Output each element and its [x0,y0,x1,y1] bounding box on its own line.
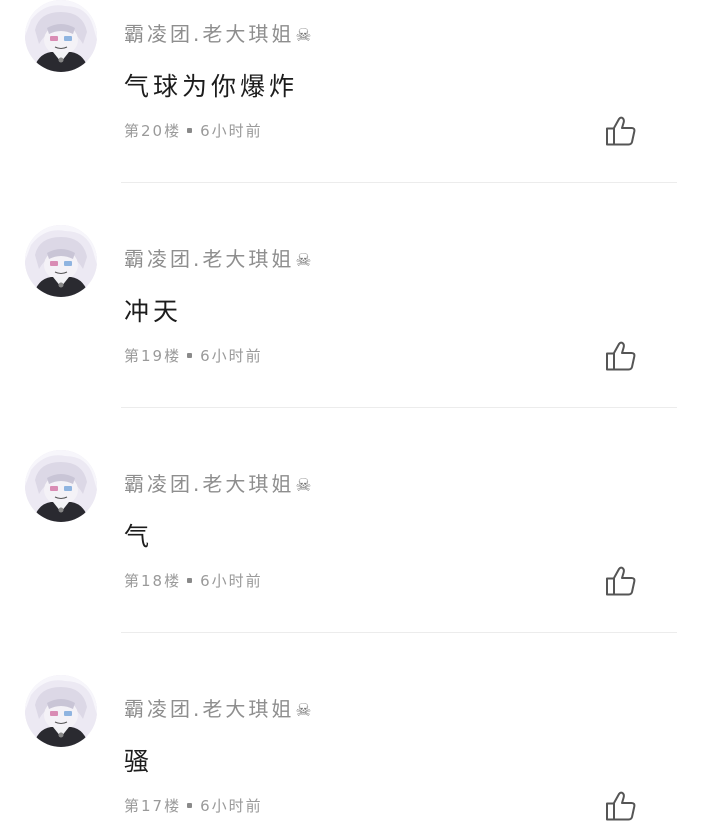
divider [121,182,677,183]
like-button[interactable] [604,790,638,822]
comment-meta: 第18楼 6小时前 [124,572,263,590]
comment-meta: 第19楼 6小时前 [124,347,263,365]
skull-emoji: ☠ [295,250,312,271]
timestamp: 6小时前 [200,122,263,140]
like-button[interactable] [604,340,638,372]
anime-avatar-icon [25,450,97,522]
floor-number: 第19楼 [124,347,182,365]
comment-content: 冲天 [124,297,183,326]
thumbs-up-icon [606,566,636,596]
floor-number: 第20楼 [124,122,182,140]
skull-emoji: ☠ [295,475,312,496]
username[interactable]: 霸凌团.老大琪姐☠ [124,472,312,498]
username[interactable]: 霸凌团.老大琪姐☠ [124,22,312,48]
separator-dot [187,578,193,583]
username[interactable]: 霸凌团.老大琪姐☠ [124,247,312,273]
comment-list: 霸凌团.老大琪姐☠ 气球为你爆炸 第20楼 6小时前 霸凌团.老大琪姐☠ 冲天 … [0,0,711,838]
comment-item: 霸凌团.老大琪姐☠ 气球为你爆炸 第20楼 6小时前 [0,0,711,225]
thumbs-up-icon [606,116,636,146]
separator-dot [187,128,193,133]
avatar[interactable] [25,0,97,72]
timestamp: 6小时前 [200,572,263,590]
like-button[interactable] [604,115,638,147]
separator-dot [187,803,193,808]
thumbs-up-icon [606,341,636,371]
avatar[interactable] [25,675,97,747]
floor-number: 第17楼 [124,797,182,815]
comment-item: 霸凌团.老大琪姐☠ 气 第18楼 6小时前 [0,450,711,675]
avatar[interactable] [25,450,97,522]
anime-avatar-icon [25,675,97,747]
separator-dot [187,353,193,358]
comment-item: 霸凌团.老大琪姐☠ 骚 第17楼 6小时前 [0,675,711,838]
timestamp: 6小时前 [200,797,263,815]
comment-meta: 第20楼 6小时前 [124,122,263,140]
avatar[interactable] [25,225,97,297]
anime-avatar-icon [25,0,97,72]
thumbs-up-icon [606,791,636,821]
username[interactable]: 霸凌团.老大琪姐☠ [124,697,312,723]
skull-emoji: ☠ [295,25,312,46]
comment-content: 气球为你爆炸 [124,72,299,101]
floor-number: 第18楼 [124,572,182,590]
divider [121,407,677,408]
like-button[interactable] [604,565,638,597]
comment-content: 气 [124,522,154,551]
comment-meta: 第17楼 6小时前 [124,797,263,815]
comment-content: 骚 [124,747,154,776]
divider [121,632,677,633]
anime-avatar-icon [25,225,97,297]
skull-emoji: ☠ [295,700,312,721]
timestamp: 6小时前 [200,347,263,365]
comment-item: 霸凌团.老大琪姐☠ 冲天 第19楼 6小时前 [0,225,711,450]
